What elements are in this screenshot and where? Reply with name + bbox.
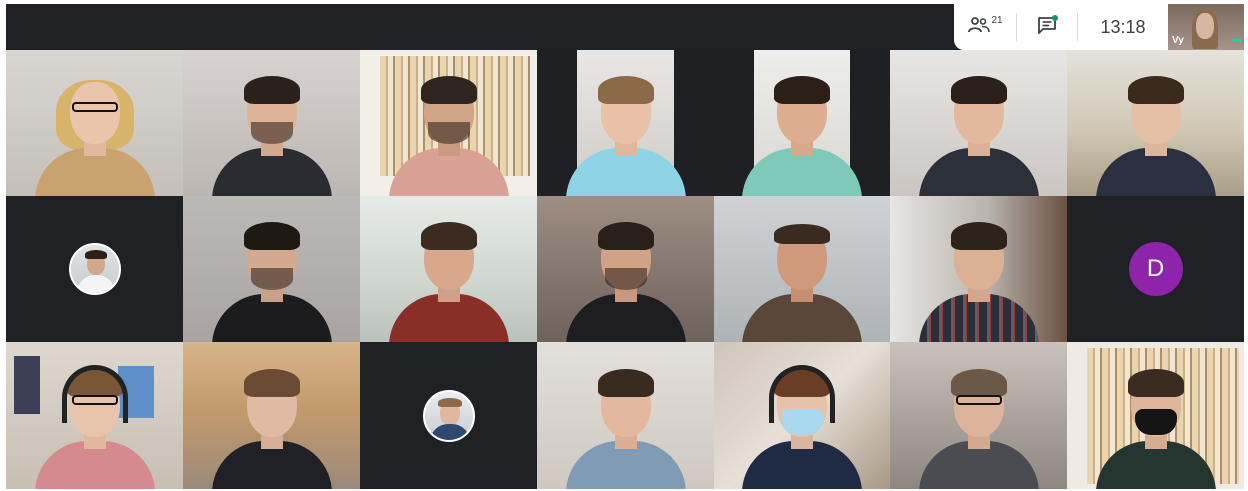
participant-avatar bbox=[422, 389, 475, 442]
more-options-icon[interactable]: ••• bbox=[1231, 33, 1242, 47]
participant-video bbox=[374, 56, 524, 196]
participant-tile-18[interactable] bbox=[537, 342, 714, 489]
participant-count: 21 bbox=[991, 14, 1003, 26]
participant-tile-10[interactable] bbox=[360, 196, 537, 342]
participant-video bbox=[551, 202, 701, 342]
participant-avatar bbox=[68, 243, 121, 295]
meeting-clock: 13:18 bbox=[1100, 16, 1146, 37]
participant-tile-6[interactable] bbox=[890, 50, 1067, 196]
participant-tile-4[interactable] bbox=[537, 50, 714, 196]
participant-video bbox=[1081, 349, 1231, 489]
participant-video bbox=[20, 56, 170, 196]
participant-video bbox=[551, 349, 701, 489]
participant-tile-16[interactable] bbox=[183, 342, 360, 489]
participant-tile-14[interactable]: D bbox=[1067, 196, 1244, 342]
participant-tile-5[interactable] bbox=[714, 50, 890, 196]
participant-video bbox=[374, 202, 524, 342]
participant-tile-17[interactable] bbox=[360, 342, 537, 489]
participant-video bbox=[904, 56, 1054, 196]
self-view-face bbox=[1196, 13, 1214, 39]
meeting-controls-pill: 21 13:18 bbox=[954, 4, 1168, 50]
participant-video bbox=[197, 202, 347, 342]
participant-video bbox=[197, 56, 347, 196]
participant-tile-20[interactable] bbox=[890, 342, 1067, 489]
participant-letter-avatar: D bbox=[1128, 242, 1183, 296]
people-button[interactable]: 21 bbox=[954, 4, 1016, 50]
participant-video bbox=[904, 349, 1054, 489]
participant-video bbox=[197, 349, 347, 489]
participant-tile-9[interactable] bbox=[183, 196, 360, 342]
participant-video bbox=[727, 56, 877, 196]
participant-tile-7[interactable] bbox=[1067, 50, 1244, 196]
participant-tile-21[interactable] bbox=[1067, 342, 1244, 489]
participant-video bbox=[727, 202, 877, 342]
participant-tile-3[interactable] bbox=[360, 50, 537, 196]
participant-tile-13[interactable] bbox=[890, 196, 1067, 342]
participant-tile-1[interactable] bbox=[6, 50, 183, 196]
participant-tile-11[interactable] bbox=[537, 196, 714, 342]
participant-tile-8[interactable] bbox=[6, 196, 183, 342]
chat-button[interactable] bbox=[1017, 4, 1077, 50]
participant-tile-12[interactable] bbox=[714, 196, 890, 342]
top-bar: 21 13:18 Vy ••• bbox=[6, 4, 1244, 50]
people-icon bbox=[968, 16, 991, 38]
participant-video bbox=[551, 56, 701, 196]
participant-video bbox=[1081, 56, 1231, 196]
participant-video bbox=[20, 349, 170, 489]
meeting-stage: 21 13:18 Vy ••• D bbox=[6, 4, 1244, 489]
participant-tile-2[interactable] bbox=[183, 50, 360, 196]
self-view-name: Vy bbox=[1172, 35, 1184, 46]
participant-tile-15[interactable] bbox=[6, 342, 183, 489]
self-view-tile[interactable]: Vy ••• bbox=[1168, 4, 1244, 50]
participant-video bbox=[904, 202, 1054, 342]
participant-tile-19[interactable] bbox=[714, 342, 890, 489]
participant-grid: D bbox=[6, 50, 1244, 489]
unread-indicator bbox=[1052, 15, 1058, 21]
participant-video bbox=[727, 349, 877, 489]
